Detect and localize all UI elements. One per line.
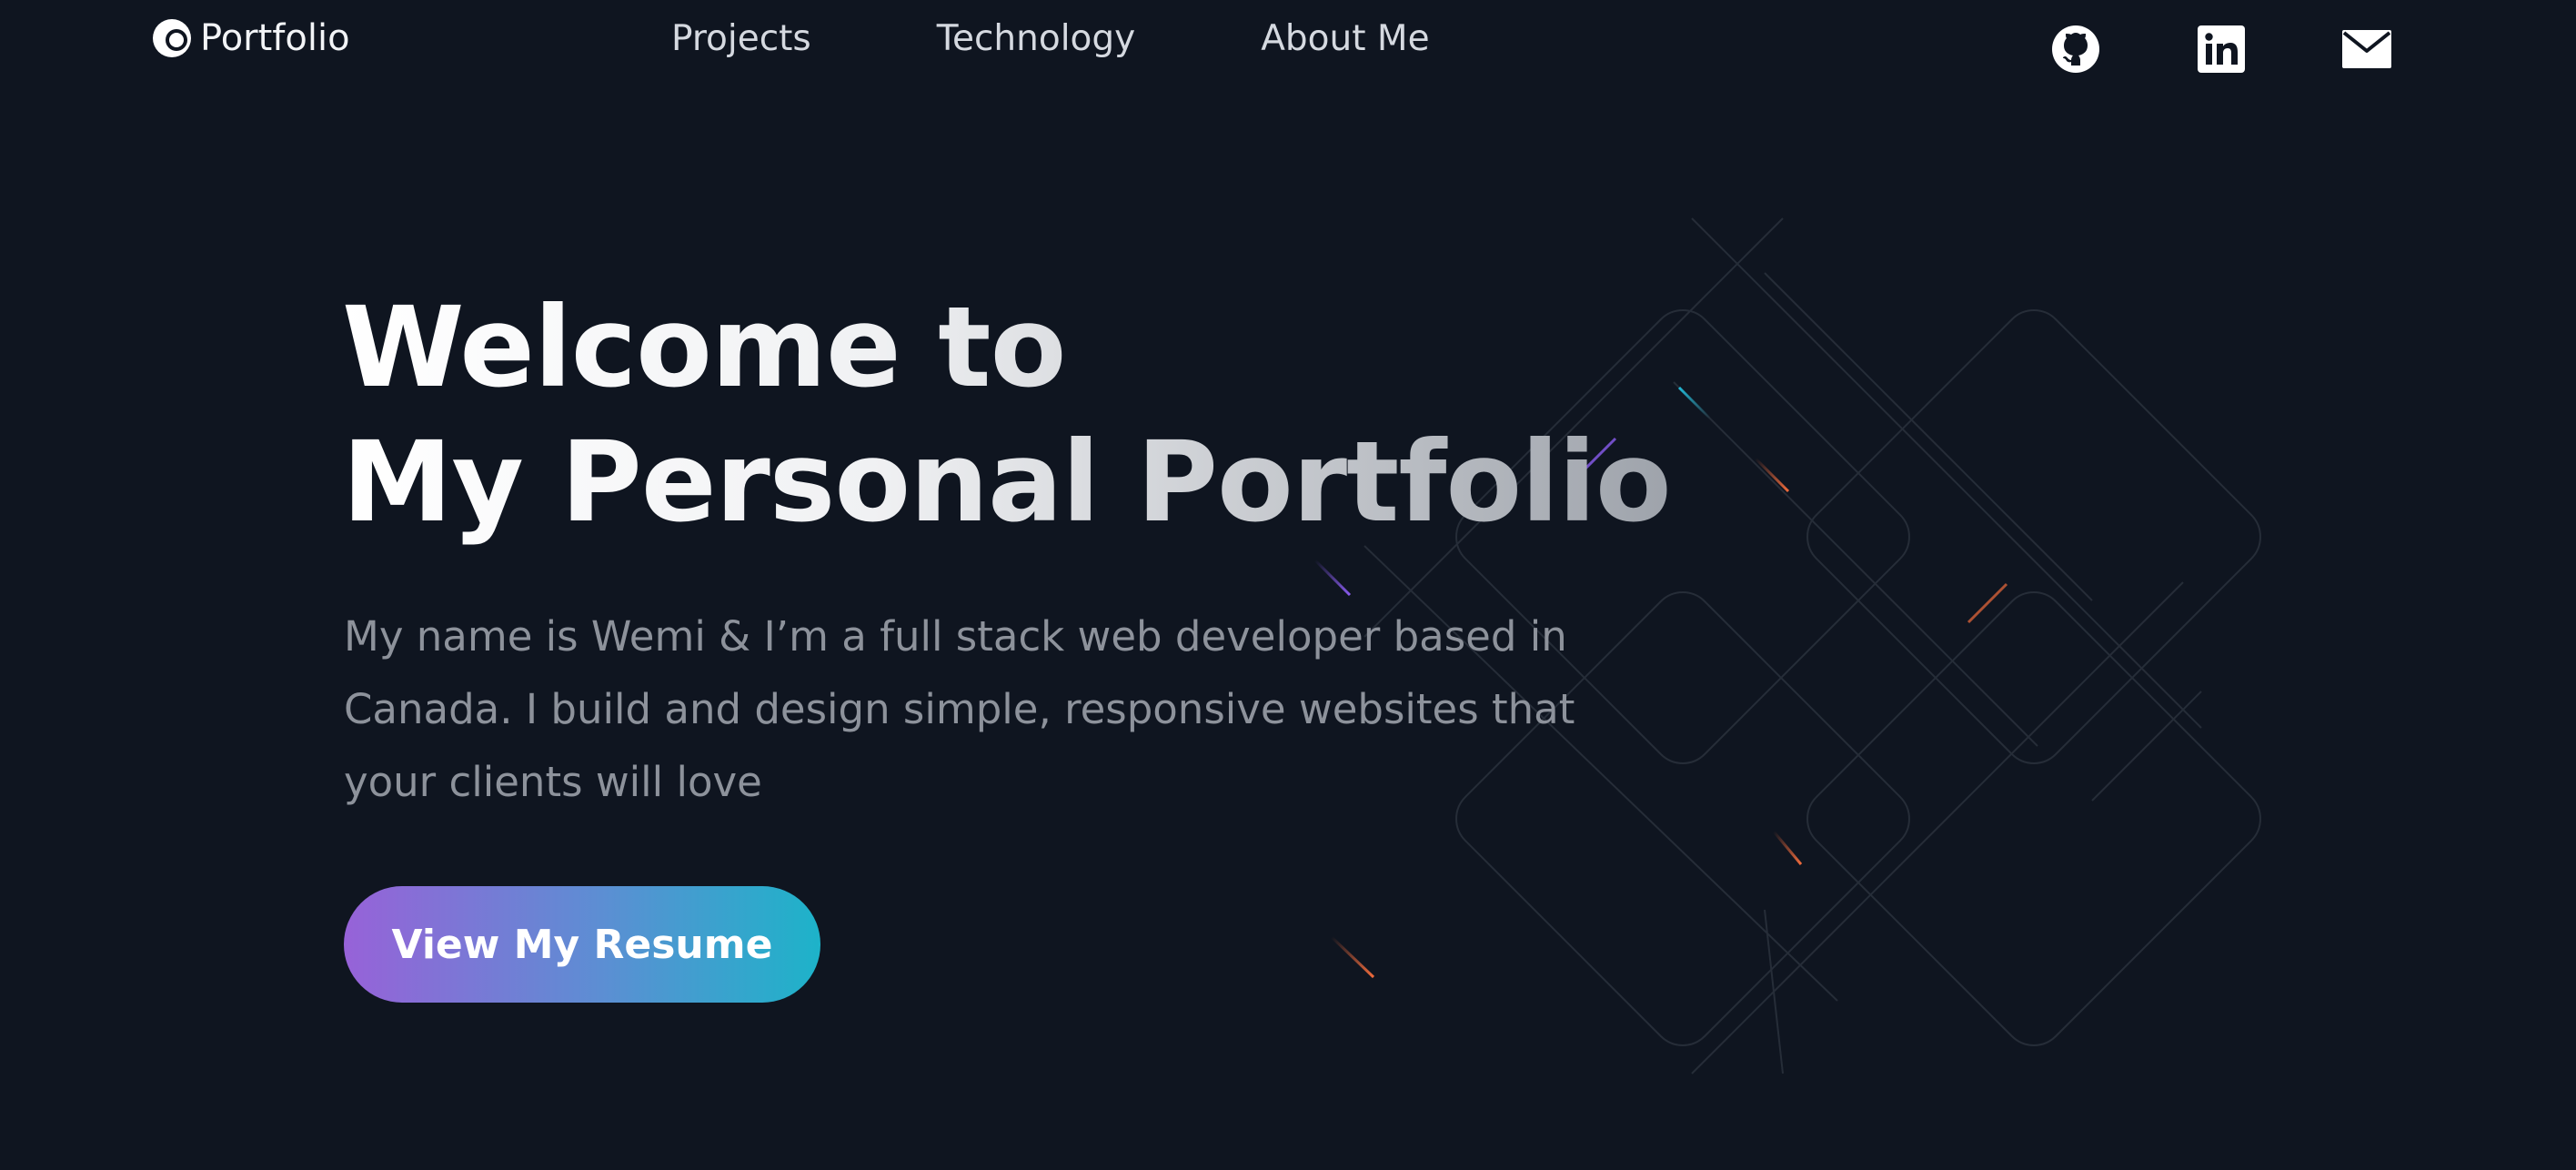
hero-title-line-1: Welcome to [342, 283, 1066, 412]
main-nav: Projects Technology About Me [671, 13, 1430, 64]
hero-title: Welcome to My Personal Portfolio [342, 280, 1671, 550]
nav-link-about-me[interactable]: About Me [1261, 18, 1429, 59]
github-icon[interactable] [2050, 24, 2101, 75]
portfolio-page: Portfolio Projects Technology About Me W… [0, 0, 2576, 1170]
brand-name: Portfolio [200, 17, 350, 59]
nav-link-technology[interactable]: Technology [937, 18, 1135, 59]
view-resume-button[interactable]: View My Resume [344, 886, 820, 1003]
hero-title-line-2: My Personal Portfolio [342, 418, 1671, 547]
mail-icon[interactable] [2341, 24, 2392, 75]
linkedin-icon[interactable] [2196, 24, 2247, 75]
hero-description: My name is Wemi & I’m a full stack web d… [344, 612, 1575, 806]
nav-link-projects[interactable]: Projects [671, 18, 811, 59]
brand-logo[interactable]: Portfolio [151, 13, 350, 64]
social-links [2050, 24, 2392, 75]
crescent-circle-logo-icon [153, 19, 191, 57]
